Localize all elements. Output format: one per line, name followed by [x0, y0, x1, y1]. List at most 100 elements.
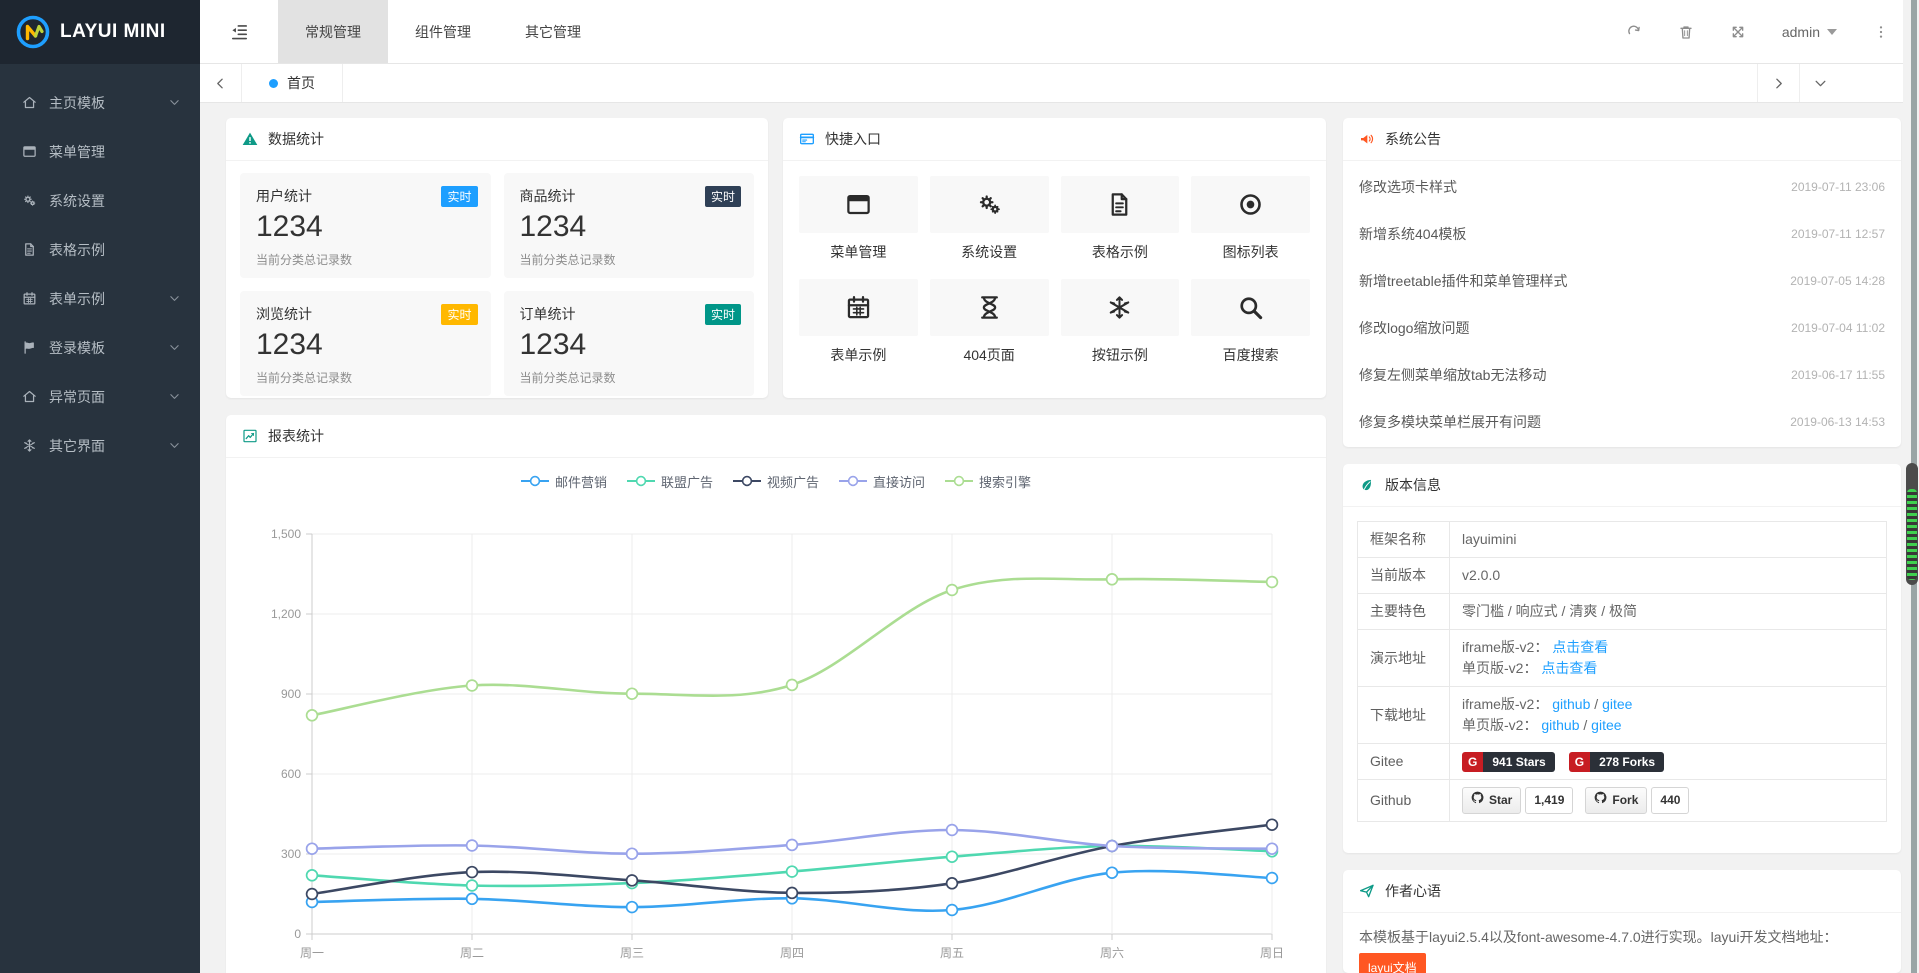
- legend-item-邮件营销[interactable]: 邮件营销: [521, 472, 607, 491]
- chart-data-point-搜索引擎[interactable]: [467, 680, 478, 691]
- chart-data-point-联盟广告[interactable]: [787, 866, 798, 877]
- github-badge-Star[interactable]: Star1,419: [1462, 787, 1573, 814]
- panel-system-notice: 系统公告 修改选项卡样式2019-07-11 23:06新增系统404模板201…: [1343, 118, 1901, 447]
- snowflake-icon: [22, 438, 49, 453]
- chevron-down-icon: [169, 97, 180, 108]
- layui-doc-button[interactable]: layui文档: [1359, 953, 1426, 973]
- quick-entry-表单示例[interactable]: 表单示例: [799, 279, 918, 365]
- chart-data-point-邮件营销[interactable]: [947, 905, 958, 916]
- notice-item[interactable]: 新增系统404模板2019-07-11 12:57: [1343, 210, 1901, 257]
- chart-data-point-联盟广告[interactable]: [307, 870, 318, 881]
- stat-card-desc: 当前分类总记录数: [256, 251, 475, 268]
- quick-entry-菜单管理[interactable]: 菜单管理: [799, 176, 918, 262]
- link-gitee[interactable]: gitee: [1591, 717, 1621, 733]
- legend-item-视频广告[interactable]: 视频广告: [733, 472, 819, 491]
- notice-item[interactable]: 修改logo缩放问题2019-07-04 11:02: [1343, 304, 1901, 351]
- chart-data-point-视频广告[interactable]: [1267, 819, 1278, 830]
- calendar-icon: [799, 279, 918, 336]
- chart-data-point-视频广告[interactable]: [467, 867, 478, 878]
- trash-icon[interactable]: [1678, 24, 1694, 40]
- header-tab-其它管理[interactable]: 其它管理: [498, 0, 608, 63]
- notice-item[interactable]: 修改选项卡样式2019-07-11 23:06: [1343, 163, 1901, 210]
- header-tab-常规管理[interactable]: 常规管理: [278, 0, 388, 63]
- version-row-label: 当前版本: [1358, 558, 1450, 594]
- sidebar-item-登录模板[interactable]: 登录模板: [0, 323, 200, 372]
- chart-data-point-视频广告[interactable]: [307, 889, 318, 900]
- link-gitee[interactable]: gitee: [1602, 696, 1632, 712]
- chart-data-point-邮件营销[interactable]: [627, 902, 638, 913]
- chart-data-point-视频广告[interactable]: [947, 878, 958, 889]
- link-点击查看[interactable]: 点击查看: [1552, 639, 1608, 655]
- quick-entry-图标列表[interactable]: 图标列表: [1191, 176, 1310, 262]
- sidebar-item-其它界面[interactable]: 其它界面: [0, 421, 200, 470]
- chart-data-point-搜索引擎[interactable]: [1267, 577, 1278, 588]
- quick-entry-系统设置[interactable]: 系统设置: [930, 176, 1049, 262]
- quick-entry-按钮示例[interactable]: 按钮示例: [1061, 279, 1180, 365]
- scrollbar-thumb[interactable]: [1906, 463, 1918, 585]
- gitee-badge-941 Stars[interactable]: G941 Stars: [1462, 752, 1555, 772]
- chart-data-point-视频广告[interactable]: [627, 875, 638, 886]
- link-github[interactable]: github: [1552, 696, 1590, 712]
- version-row-label: 主要特色: [1358, 594, 1450, 630]
- notice-item[interactable]: 新增treetable插件和菜单管理样式2019-07-05 14:28: [1343, 257, 1901, 304]
- sidebar-item-菜单管理[interactable]: 菜单管理: [0, 127, 200, 176]
- notice-item[interactable]: 修复多模块菜单栏展开有问题2019-06-13 14:53: [1343, 398, 1901, 445]
- quick-entry-404页面[interactable]: 404页面: [930, 279, 1049, 365]
- version-row-label: Github: [1358, 780, 1450, 822]
- tab-scroll-left-icon[interactable]: [200, 64, 242, 102]
- chart-data-point-邮件营销[interactable]: [1267, 873, 1278, 884]
- legend-item-搜索引擎[interactable]: 搜索引擎: [945, 472, 1031, 491]
- header-tab-组件管理[interactable]: 组件管理: [388, 0, 498, 63]
- panel-title: 作者心语: [1385, 881, 1441, 901]
- legend-item-联盟广告[interactable]: 联盟广告: [627, 472, 713, 491]
- notice-item[interactable]: 修复左侧菜单缩放tab无法移动2019-06-17 11:55: [1343, 351, 1901, 398]
- gitee-badge-278 Forks[interactable]: G278 Forks: [1569, 752, 1664, 772]
- chart-data-point-搜索引擎[interactable]: [307, 710, 318, 721]
- legend-label: 联盟广告: [661, 472, 713, 491]
- refresh-icon[interactable]: [1626, 24, 1642, 40]
- link-github[interactable]: github: [1541, 717, 1579, 733]
- quick-entry-表格示例[interactable]: 表格示例: [1061, 176, 1180, 262]
- chart-data-point-直接访问[interactable]: [787, 840, 798, 851]
- chart-data-point-邮件营销[interactable]: [1107, 867, 1118, 878]
- sidebar-item-label: 系统设置: [49, 191, 105, 211]
- chart-data-point-邮件营销[interactable]: [467, 893, 478, 904]
- chart-data-point-视频广告[interactable]: [787, 888, 798, 899]
- link-点击查看[interactable]: 点击查看: [1541, 660, 1597, 676]
- sidebar-item-系统设置[interactable]: 系统设置: [0, 176, 200, 225]
- tab-home[interactable]: 首页: [242, 64, 343, 102]
- sidebar-item-表格示例[interactable]: 表格示例: [0, 225, 200, 274]
- chart-data-point-直接访问[interactable]: [947, 825, 958, 836]
- tab-menu-icon[interactable]: [1799, 64, 1841, 102]
- github-count: 440: [1651, 787, 1689, 814]
- tab-scroll-right-icon[interactable]: [1757, 64, 1799, 102]
- quick-entry-百度搜索[interactable]: 百度搜索: [1191, 279, 1310, 365]
- chart-data-point-直接访问[interactable]: [1107, 841, 1118, 852]
- more-menu-icon[interactable]: [1873, 24, 1889, 40]
- sidebar-item-异常页面[interactable]: 异常页面: [0, 372, 200, 421]
- chart-data-point-联盟广告[interactable]: [947, 851, 958, 862]
- legend-item-直接访问[interactable]: 直接访问: [839, 472, 925, 491]
- chart-data-point-搜索引擎[interactable]: [787, 680, 798, 691]
- chart-data-point-直接访问[interactable]: [1267, 843, 1278, 854]
- main-area: 常规管理组件管理其它管理 admin 首页: [200, 0, 1919, 973]
- menu-collapse-icon[interactable]: [200, 0, 278, 63]
- chart-data-point-搜索引擎[interactable]: [1107, 574, 1118, 585]
- chart-legend: 邮件营销 联盟广告 视频广告 直接访问 搜索引擎: [226, 468, 1326, 494]
- stats-grid: 用户统计实时1234当前分类总记录数商品统计实时1234当前分类总记录数浏览统计…: [226, 161, 768, 398]
- fullscreen-icon[interactable]: [1730, 24, 1746, 40]
- chart-data-point-联盟广告[interactable]: [467, 880, 478, 891]
- github-badge-Fork[interactable]: Fork440: [1585, 787, 1689, 814]
- chart-data-point-直接访问[interactable]: [467, 840, 478, 851]
- sidebar-item-表单示例[interactable]: 表单示例: [0, 274, 200, 323]
- chart-data-point-直接访问[interactable]: [307, 843, 318, 854]
- chart-data-point-搜索引擎[interactable]: [947, 585, 958, 596]
- legend-label: 搜索引擎: [979, 472, 1031, 491]
- header-actions: admin: [1626, 0, 1919, 63]
- chart-data-point-搜索引擎[interactable]: [627, 688, 638, 699]
- chart-data-point-直接访问[interactable]: [627, 848, 638, 859]
- sidebar-item-主页模板[interactable]: 主页模板: [0, 78, 200, 127]
- quick-entry-label: 系统设置: [930, 242, 1049, 262]
- user-name: admin: [1782, 24, 1820, 40]
- user-dropdown[interactable]: admin: [1782, 24, 1837, 40]
